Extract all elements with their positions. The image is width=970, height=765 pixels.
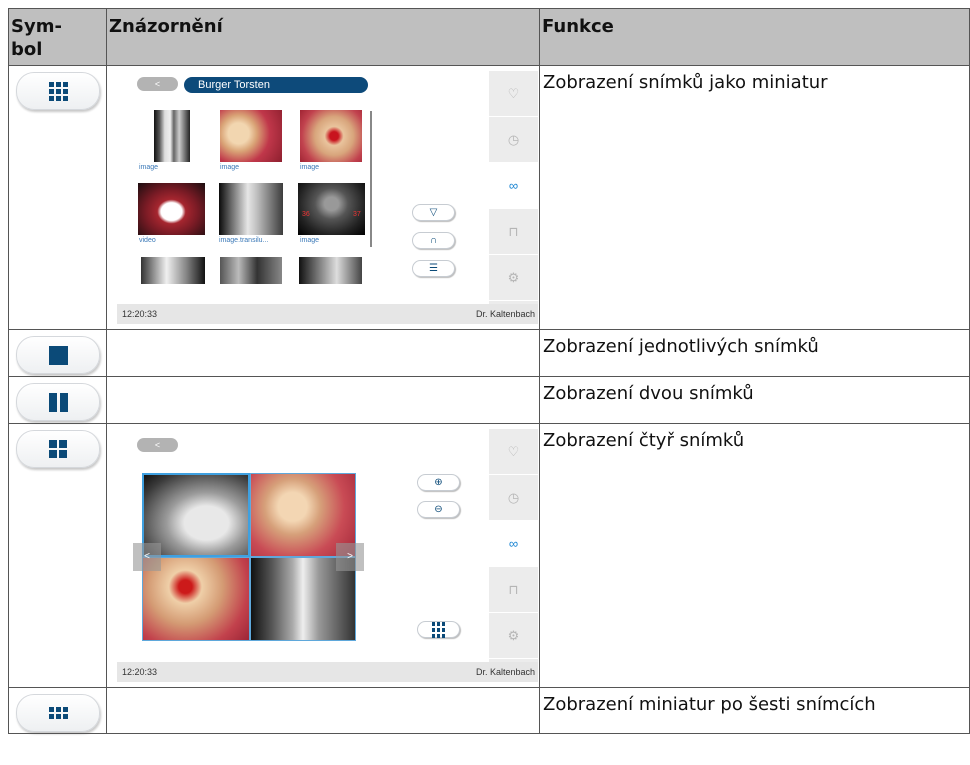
- tooth-label-36: 36: [302, 211, 310, 218]
- tab-bottle[interactable]: ⊓: [489, 209, 538, 255]
- tooth-icon: ♡: [507, 443, 520, 459]
- header-symbol-text: Sym- bol: [11, 16, 62, 60]
- thumbnail-grid-button[interactable]: [16, 72, 100, 110]
- thumbnail-image[interactable]: [154, 110, 190, 162]
- two-images-icon: [48, 392, 68, 412]
- doctor-name: Dr. Kaltenbach: [475, 667, 535, 677]
- thumbnails-six-button[interactable]: [16, 694, 100, 732]
- status-bar: 12:20:33 Dr. Kaltenbach: [117, 304, 538, 324]
- zoom-in-icon: ⊕: [434, 477, 443, 488]
- tab-settings[interactable]: ⚙: [489, 255, 538, 301]
- single-image-button[interactable]: [16, 336, 100, 374]
- side-nav: ♡ ◷ ∞ ⊓ ⚙: [489, 71, 538, 304]
- four-images-button[interactable]: [16, 430, 100, 468]
- thumbnail-video[interactable]: [138, 183, 205, 235]
- infinity-icon: ∞: [508, 178, 519, 193]
- four-image-view-screenshot: < < > ⊕ ⊖ ♡ ◷ ∞ ⊓ ⚙ 12:20:33 Dr. Kaltenb…: [117, 429, 538, 682]
- symbol-table: Sym- bol Znázornění Funkce < Burger Tors…: [8, 8, 970, 734]
- header-function: Funkce: [539, 8, 970, 66]
- thumbnail-grid-icon: [432, 621, 445, 638]
- infinity-icon: ∞: [508, 536, 519, 551]
- zoom-out-icon: ⊖: [434, 504, 443, 515]
- back-button[interactable]: <: [137, 77, 178, 91]
- two-images-button[interactable]: [16, 383, 100, 421]
- list-icon: ☰: [429, 263, 438, 274]
- thumbnail-image[interactable]: [141, 257, 205, 284]
- thumbnail-caption: image: [220, 164, 240, 171]
- display-cell: [106, 329, 540, 377]
- function-text: Zobrazení čtyř snímků: [539, 423, 970, 688]
- thumbnails-button[interactable]: [417, 621, 460, 638]
- tab-bottle[interactable]: ⊓: [489, 567, 538, 613]
- thumbnail-caption: image.transilu...: [219, 237, 269, 244]
- display-cell: < < > ⊕ ⊖ ♡ ◷ ∞ ⊓ ⚙ 12:20:33 Dr. Kaltenb…: [106, 423, 540, 688]
- patient-name: Burger Torsten: [184, 77, 368, 93]
- thumbnail-caption: video: [139, 237, 156, 244]
- tab-settings[interactable]: ⚙: [489, 613, 538, 659]
- time: 12:20:33: [122, 309, 158, 319]
- tab-tooth[interactable]: ♡: [489, 429, 538, 475]
- symbol-cell: [8, 65, 107, 330]
- thumbnail-image[interactable]: 36 37: [298, 183, 365, 235]
- tab-images[interactable]: ∞: [489, 521, 538, 567]
- display-cell: [106, 687, 540, 734]
- function-text: Zobrazení miniatur po šesti snímcích: [539, 687, 970, 734]
- display-cell: < Burger Torsten image image image 36 37…: [106, 65, 540, 330]
- next-arrow[interactable]: >: [336, 543, 364, 571]
- thumbnail-caption: image: [300, 164, 320, 171]
- thumbnail-caption: image: [139, 164, 159, 171]
- thumbnails-six-icon: [48, 707, 68, 719]
- zoom-out-button[interactable]: ⊖: [417, 501, 460, 518]
- filter-icon: ▽: [429, 207, 438, 218]
- side-nav: ♡ ◷ ∞ ⊓ ⚙: [489, 429, 538, 662]
- tab-timer[interactable]: ◷: [489, 117, 538, 163]
- thumbnail-image[interactable]: [219, 183, 283, 235]
- symbol-cell: [8, 687, 107, 734]
- previous-arrow[interactable]: <: [133, 543, 161, 571]
- jaw-icon: ∩: [429, 235, 438, 246]
- list-button[interactable]: ☰: [412, 260, 455, 277]
- bottle-icon: ⊓: [508, 223, 519, 239]
- scrollbar[interactable]: [370, 111, 372, 247]
- tooth-icon: ♡: [507, 85, 520, 101]
- status-bar: 12:20:33 Dr. Kaltenbach: [117, 662, 538, 682]
- back-button[interactable]: <: [137, 438, 178, 452]
- timer-icon: ◷: [507, 131, 520, 147]
- thumbnail-view-screenshot: < Burger Torsten image image image 36 37…: [117, 71, 538, 324]
- thumbnail-image[interactable]: [220, 110, 282, 162]
- tab-tooth[interactable]: ♡: [489, 71, 538, 117]
- tab-timer[interactable]: ◷: [489, 475, 538, 521]
- header-display: Znázornění: [106, 8, 540, 66]
- filter-button[interactable]: ▽: [412, 204, 455, 221]
- jaw-button[interactable]: ∩: [412, 232, 455, 249]
- function-text: Zobrazení jednotlivých snímků: [539, 329, 970, 377]
- gear-icon: ⚙: [507, 269, 520, 285]
- display-cell: [106, 376, 540, 424]
- tab-images[interactable]: ∞: [489, 163, 538, 209]
- header-symbol: Sym- bol: [8, 8, 107, 66]
- zoom-in-button[interactable]: ⊕: [417, 474, 460, 491]
- tooth-label-37: 37: [353, 211, 361, 218]
- function-text: Zobrazení snímků jako miniatur: [539, 65, 970, 330]
- time: 12:20:33: [122, 667, 158, 677]
- symbol-cell: [8, 376, 107, 424]
- thumbnail-image[interactable]: [299, 257, 362, 284]
- doctor-name: Dr. Kaltenbach: [475, 309, 535, 319]
- thumbnail-image[interactable]: [300, 110, 362, 162]
- four-images-icon: [49, 440, 67, 458]
- thumbnail-caption: image: [300, 237, 320, 244]
- bottle-icon: ⊓: [508, 581, 519, 597]
- timer-icon: ◷: [507, 489, 520, 505]
- symbol-cell: [8, 423, 107, 688]
- function-text: Zobrazení dvou snímků: [539, 376, 970, 424]
- single-image-icon: [48, 345, 68, 365]
- thumbnail-grid-icon: [48, 81, 68, 101]
- symbol-cell: [8, 329, 107, 377]
- thumbnail-image[interactable]: [220, 257, 282, 284]
- gear-icon: ⚙: [507, 627, 520, 643]
